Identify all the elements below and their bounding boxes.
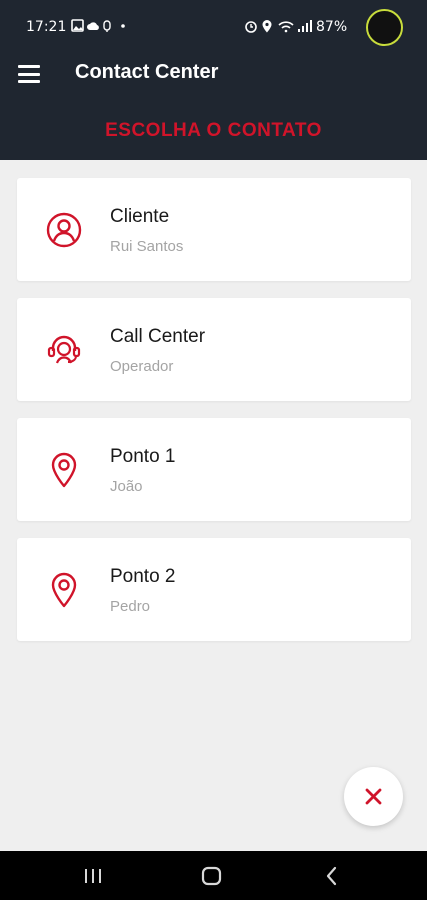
system-icons [244,19,314,36]
menu-button[interactable] [18,65,40,83]
user-circle-icon [46,212,82,248]
status-bar: 17:21 87% [0,0,427,56]
system-nav-bar [0,851,427,900]
headset-icon [47,335,81,364]
contact-card-ponto-2[interactable]: Ponto 2 Pedro [17,538,411,641]
contact-subtitle: Pedro [110,598,151,615]
contact-title: Ponto 1 [110,446,176,467]
contact-card-call-center[interactable]: Call Center Operador [17,298,411,401]
close-icon [365,788,382,805]
app-bar: Contact Center ESCOLHA O CONTATO [0,56,427,160]
page-title: Contact Center [75,61,219,83]
contact-title: Call Center [110,326,206,347]
notification-icons [71,19,133,36]
contact-subtitle: João [110,478,143,495]
back-icon[interactable] [320,865,344,887]
contact-card-ponto-1[interactable]: Ponto 1 João [17,418,411,521]
alarm-icon [245,20,312,33]
map-pin-icon [51,452,77,488]
contact-card-cliente[interactable]: Cliente Rui Santos [17,178,411,281]
profile-avatar[interactable] [366,9,403,46]
close-fab-button[interactable] [344,767,403,826]
image-icon [71,19,125,32]
battery-level: 87% [316,19,348,35]
status-time: 17:21 [26,19,67,35]
page-subtitle: ESCOLHA O CONTATO [105,120,322,141]
home-icon[interactable] [200,865,224,887]
contact-subtitle: Rui Santos [110,238,184,255]
contact-title: Cliente [110,206,170,227]
map-pin-icon [51,572,77,608]
recents-icon[interactable] [81,865,105,887]
menu-icon [18,65,40,68]
contact-subtitle: Operador [110,358,174,375]
contact-title: Ponto 2 [110,566,176,587]
